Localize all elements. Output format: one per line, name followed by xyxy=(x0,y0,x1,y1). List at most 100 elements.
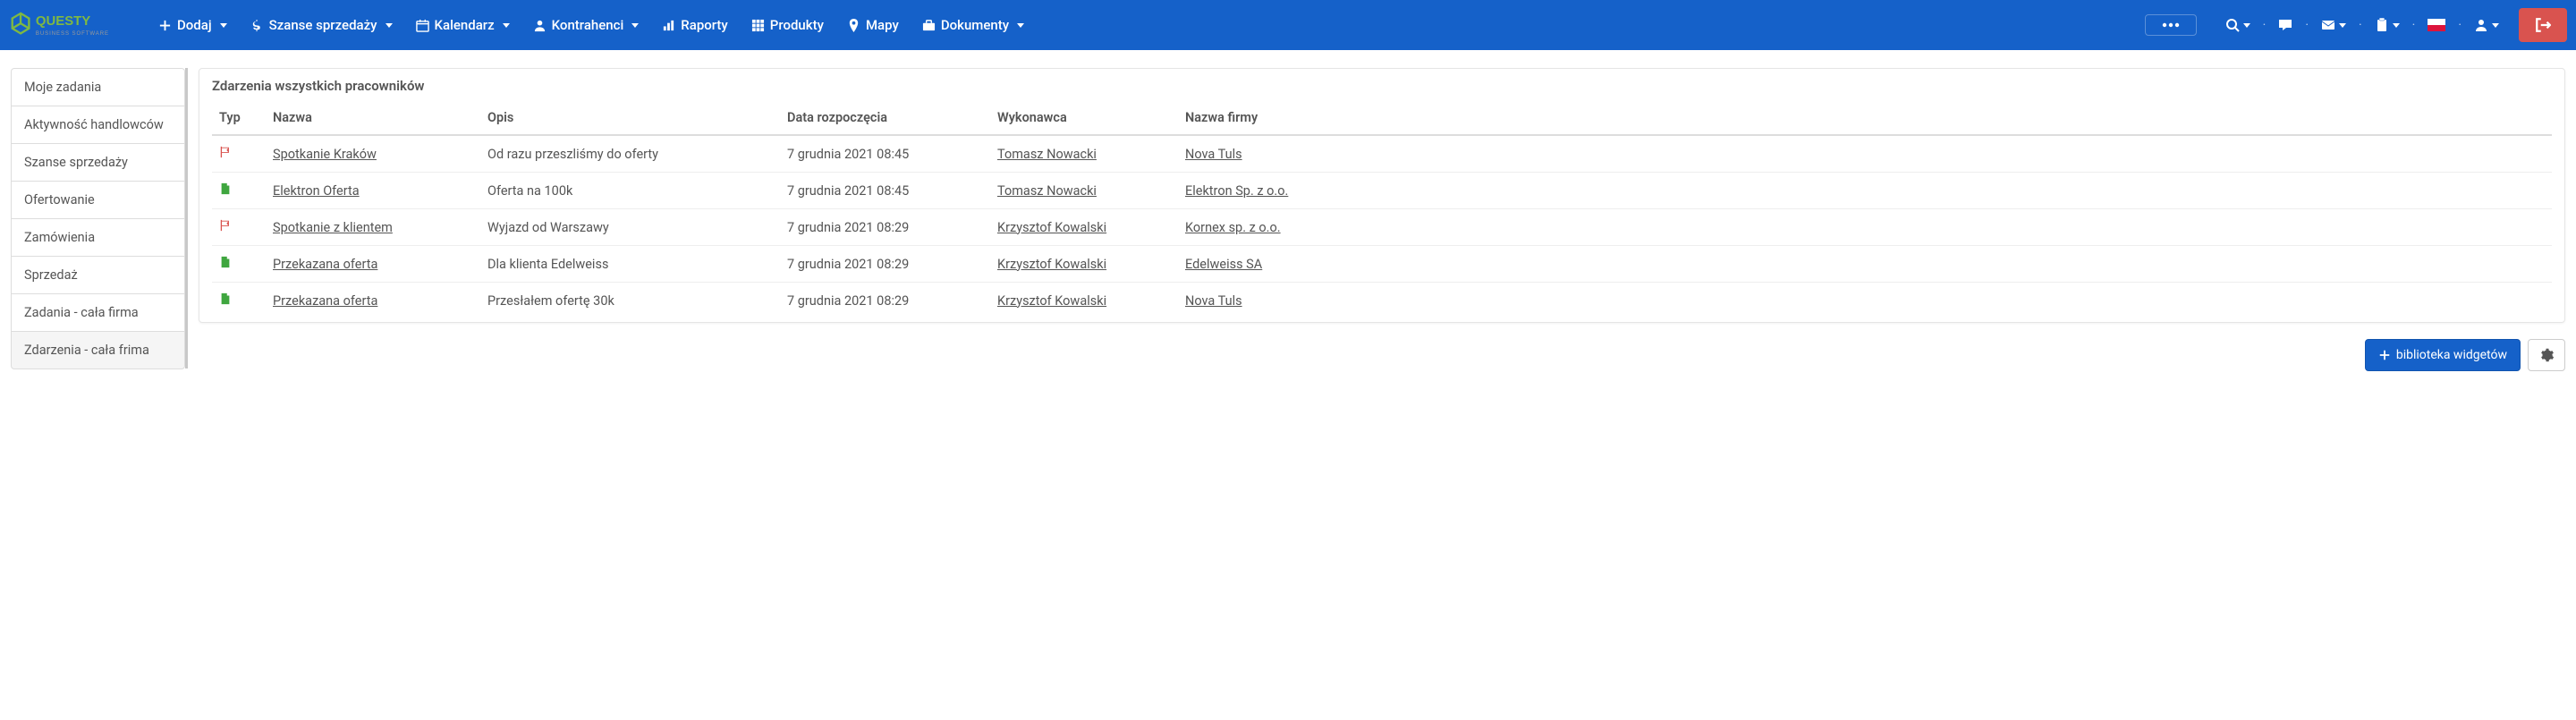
widget-library-label: biblioteka widgetów xyxy=(2396,348,2507,362)
event-name-link[interactable]: Przekazana oferta xyxy=(273,257,377,272)
company-link[interactable]: Kornex sp. z o.o. xyxy=(1185,220,1281,235)
settings-button[interactable] xyxy=(2528,339,2565,371)
cell-company: Kornex sp. z o.o. xyxy=(1178,209,2552,246)
col-type: Typ xyxy=(212,101,266,135)
nav-opportunities-label: Szanse sprzedaży xyxy=(269,17,377,33)
caret-icon xyxy=(2339,23,2346,28)
col-company: Nazwa firmy xyxy=(1178,101,2552,135)
flag-icon xyxy=(219,220,232,235)
events-panel: Zdarzenia wszystkich pracowników Typ Naz… xyxy=(199,68,2565,323)
more-button[interactable] xyxy=(2145,14,2197,36)
sidebar-item-my-tasks[interactable]: Moje zadania xyxy=(11,68,185,106)
caret-icon xyxy=(631,23,639,28)
cell-user: Tomasz Nowacki xyxy=(990,173,1178,209)
table-row: Spotkanie Kraków Od razu przeszliśmy do o… xyxy=(212,135,2552,173)
grid-icon xyxy=(751,19,765,32)
table-row: Elektron OfertaOferta na 100k7 grudnia 2… xyxy=(212,173,2552,209)
event-name-link[interactable]: Spotkanie z klientem xyxy=(273,220,393,235)
widget-library-button[interactable]: biblioteka widgetów xyxy=(2365,339,2521,371)
nav-reports[interactable]: Raporty xyxy=(651,10,738,40)
company-link[interactable]: Nova Tuls xyxy=(1185,147,1242,162)
nav-calendar[interactable]: Kalendarz xyxy=(405,10,521,40)
content: Moje zadania Aktywność handlowców Szanse… xyxy=(0,50,2576,382)
cell-desc: Dla klienta Edelweiss xyxy=(480,246,780,283)
user-link[interactable]: Krzysztof Kowalski xyxy=(997,257,1106,272)
search-button[interactable] xyxy=(2220,13,2256,38)
main: Zdarzenia wszystkich pracowników Typ Naz… xyxy=(199,68,2565,371)
logo[interactable]: QUESTY BUSINESS SOFTWARE xyxy=(9,7,134,43)
event-name-link[interactable]: Przekazana oferta xyxy=(273,293,377,309)
caret-icon xyxy=(2492,23,2499,28)
nav-products-label: Produkty xyxy=(770,17,824,33)
nav-menu: Dodaj Szanse sprzedaży Kalendarz Kontrah… xyxy=(148,10,1035,40)
col-desc: Opis xyxy=(480,101,780,135)
nav-reports-label: Raporty xyxy=(681,17,727,33)
caret-icon xyxy=(503,23,510,28)
sidebar-item-opportunities[interactable]: Szanse sprzedaży xyxy=(11,143,185,182)
flag-icon xyxy=(219,147,232,162)
cell-name: Przekazana oferta xyxy=(266,246,480,283)
col-user: Wykonawca xyxy=(990,101,1178,135)
user-link[interactable]: Krzysztof Kowalski xyxy=(997,293,1106,309)
nav-contractors[interactable]: Kontrahenci xyxy=(522,10,650,40)
mail-button[interactable] xyxy=(2316,13,2351,38)
events-table: Typ Nazwa Opis Data rozpoczęcia Wykonawc… xyxy=(212,101,2552,318)
col-date: Data rozpoczęcia xyxy=(780,101,990,135)
gear-icon xyxy=(2539,348,2554,362)
user-link[interactable]: Krzysztof Kowalski xyxy=(997,220,1106,235)
sidebar-item-orders[interactable]: Zamówienia xyxy=(11,218,185,257)
sidebar-item-sales[interactable]: Sprzedaż xyxy=(11,256,185,294)
table-row: Spotkanie z klientemWyjazd od Warszawy7 … xyxy=(212,209,2552,246)
sidebar-item-offering[interactable]: Ofertowanie xyxy=(11,181,185,219)
separator: · xyxy=(2261,18,2268,32)
plus-icon xyxy=(2378,349,2391,361)
nav-products[interactable]: Produkty xyxy=(741,10,835,40)
company-link[interactable]: Nova Tuls xyxy=(1185,293,1242,309)
company-link[interactable]: Edelweiss SA xyxy=(1185,257,1262,272)
cell-date: 7 grudnia 2021 08:45 xyxy=(780,173,990,209)
nav-maps[interactable]: Mapy xyxy=(836,10,910,40)
cell-company: Elektron Sp. z o.o. xyxy=(1178,173,2552,209)
cell-type xyxy=(212,283,266,319)
dollar-icon xyxy=(250,19,264,32)
clipboard-button[interactable] xyxy=(2369,13,2405,38)
cell-date: 7 grudnia 2021 08:45 xyxy=(780,135,990,173)
cell-user: Tomasz Nowacki xyxy=(990,135,1178,173)
user-link[interactable]: Tomasz Nowacki xyxy=(997,183,1097,199)
company-link[interactable]: Elektron Sp. z o.o. xyxy=(1185,183,1288,199)
cell-type xyxy=(212,246,266,283)
caret-icon xyxy=(1017,23,1024,28)
table-row: Przekazana ofertaPrzesłałem ofertę 30k7 … xyxy=(212,283,2552,319)
caret-icon xyxy=(2243,23,2250,28)
sidebar-item-tasks-company[interactable]: Zadania - cała firma xyxy=(11,293,185,332)
cell-date: 7 grudnia 2021 08:29 xyxy=(780,246,990,283)
navbar: QUESTY BUSINESS SOFTWARE Dodaj Szanse sp… xyxy=(0,0,2576,50)
nav-opportunities[interactable]: Szanse sprzedaży xyxy=(240,10,403,40)
cell-name: Spotkanie z klientem xyxy=(266,209,480,246)
separator: · xyxy=(2357,18,2364,32)
logout-button[interactable] xyxy=(2519,8,2567,42)
cell-user: Krzysztof Kowalski xyxy=(990,283,1178,319)
table-row: Przekazana oferta Dla klienta Edelweiss7 … xyxy=(212,246,2552,283)
nav-add[interactable]: Dodaj xyxy=(148,10,238,40)
profile-button[interactable] xyxy=(2469,13,2504,38)
cell-company: Nova Tuls xyxy=(1178,135,2552,173)
sidebar-item-sales-activity[interactable]: Aktywność handlowców xyxy=(11,106,185,144)
chat-icon xyxy=(2278,18,2292,32)
user-link[interactable]: Tomasz Nowacki xyxy=(997,147,1097,162)
svg-text:QUESTY: QUESTY xyxy=(36,13,90,29)
nav-right: · · · · · xyxy=(2145,8,2567,42)
sidebar-item-events-company[interactable]: Zdarzenia - cała frima xyxy=(11,331,185,369)
cell-desc: Od razu przeszliśmy do oferty xyxy=(480,135,780,173)
nav-calendar-label: Kalendarz xyxy=(435,17,495,33)
nav-add-label: Dodaj xyxy=(177,17,212,33)
nav-documents[interactable]: Dokumenty xyxy=(911,10,1035,40)
briefcase-icon xyxy=(922,19,936,32)
pin-icon xyxy=(847,19,860,32)
chat-button[interactable] xyxy=(2273,13,2298,38)
event-name-link[interactable]: Spotkanie Kraków xyxy=(273,147,377,162)
cell-user: Krzysztof Kowalski xyxy=(990,246,1178,283)
language-button[interactable] xyxy=(2422,13,2451,37)
cell-desc: Przesłałem ofertę 30k xyxy=(480,283,780,319)
event-name-link[interactable]: Elektron Oferta xyxy=(273,183,360,199)
